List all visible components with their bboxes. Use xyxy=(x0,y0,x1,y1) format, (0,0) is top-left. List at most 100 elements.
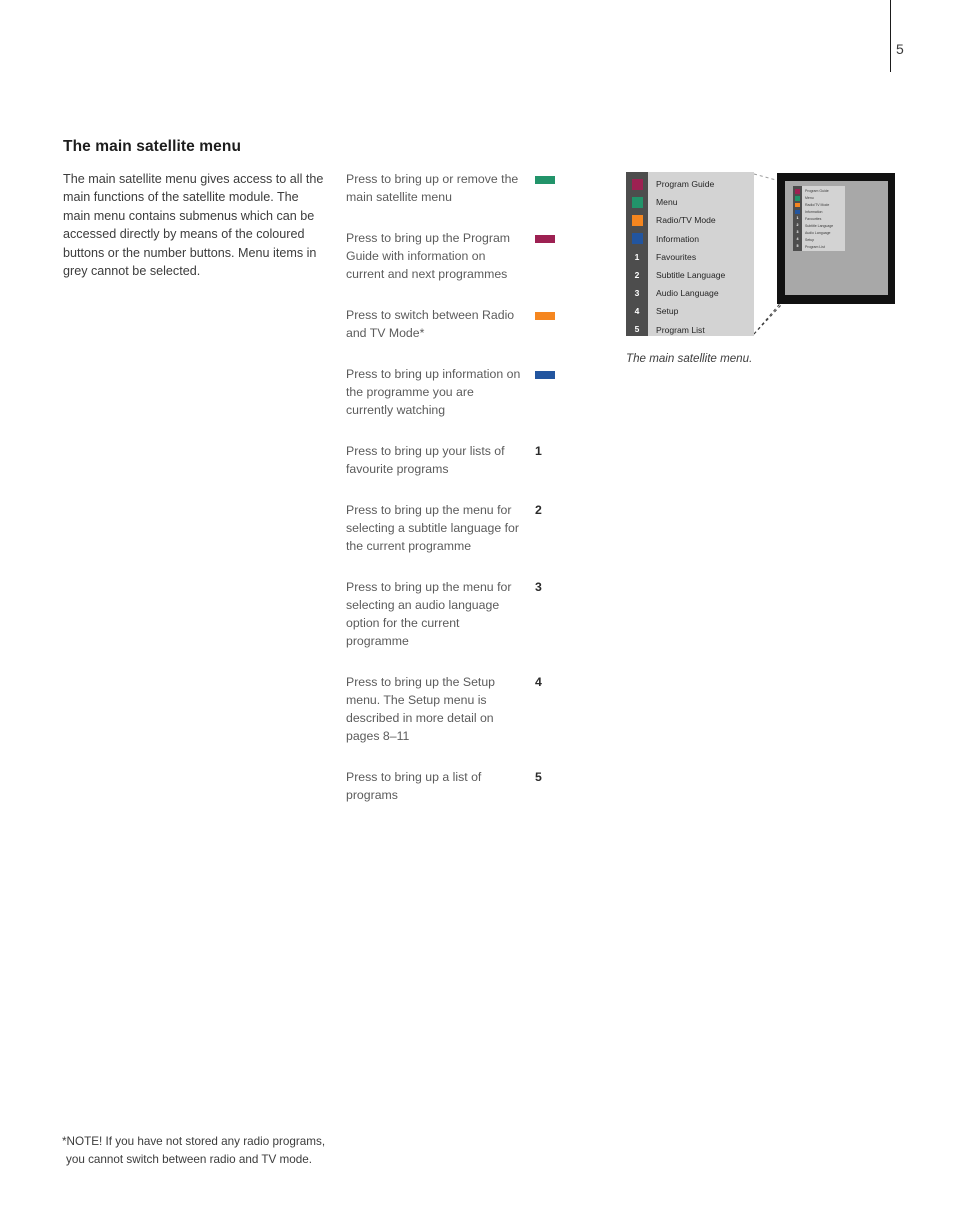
menu-item-color-key xyxy=(626,178,648,190)
menu-item-number-key-wrap: 2 xyxy=(793,223,802,228)
footnote-line-1: *NOTE! If you have not stored any radio … xyxy=(62,1135,326,1148)
instruction-row: Press to bring up the menu for selecting… xyxy=(346,501,561,555)
page-number-rule xyxy=(890,0,891,72)
menu-item-number-key-wrap: 4 xyxy=(626,307,648,316)
number-button-key: 1 xyxy=(535,444,542,458)
instruction-row: Press to switch between Radio and TV Mod… xyxy=(346,306,561,342)
menu-item-color-key xyxy=(793,209,802,215)
menu-item-number-key: 4 xyxy=(634,306,640,317)
instruction-marker xyxy=(535,306,561,320)
footnote: *NOTE! If you have not stored any radio … xyxy=(62,1133,392,1169)
menu-item[interactable]: Information xyxy=(626,230,754,248)
menu-item[interactable]: 2 Subtitle Language xyxy=(626,266,754,284)
menu-item[interactable]: 2 Subtitle Language xyxy=(793,222,845,229)
footnote-line-2: you cannot switch between radio and TV m… xyxy=(66,1153,313,1166)
menu-item[interactable]: 3 Audio Language xyxy=(793,229,845,236)
menu-item[interactable]: Program Guide xyxy=(626,175,754,193)
menu-item-color-key xyxy=(626,233,648,245)
satellite-menu-panel[interactable]: Program Guide Menu Radio/TV Mode Informatio… xyxy=(626,172,754,336)
instruction-marker xyxy=(535,170,561,184)
menu-item[interactable]: Radio/TV Mode xyxy=(626,211,754,229)
instruction-text: Press to bring up the Program Guide with… xyxy=(346,231,511,281)
color-button-swatch-magenta xyxy=(535,235,555,243)
instruction-text: Press to bring up or remove the main sat… xyxy=(346,172,519,204)
menu-item-label: Setup xyxy=(656,306,679,317)
tv-satellite-menu-preview: Program Guide Menu Radio/TV Mode Informatio… xyxy=(793,186,845,251)
menu-item-label: Information xyxy=(656,233,699,244)
tv-screen: Program Guide Menu Radio/TV Mode Informatio… xyxy=(785,181,888,295)
menu-item-number-key-wrap: 2 xyxy=(626,271,648,280)
menu-item-label: Favourites xyxy=(805,217,822,221)
menu-item-label: Subtitle Language xyxy=(805,223,834,228)
color-key-green-icon xyxy=(795,196,800,201)
menu-item-label: Setup xyxy=(805,237,815,242)
menu-item-number-key-wrap: 3 xyxy=(626,289,648,298)
instruction-marker: 4 xyxy=(535,673,561,691)
color-key-orange-icon xyxy=(795,203,800,208)
menu-item-label: Favourites xyxy=(656,251,697,262)
menu-item-label: Audio Language xyxy=(656,288,719,299)
menu-item-color-key xyxy=(626,196,648,208)
menu-item-label: Subtitle Language xyxy=(656,270,726,281)
menu-item-number-key-wrap: 5 xyxy=(626,325,648,334)
menu-item-color-key xyxy=(793,189,802,194)
menu-item[interactable]: Menu xyxy=(626,193,754,211)
instruction-text: Press to bring up the menu for selecting… xyxy=(346,503,519,553)
instruction-marker: 5 xyxy=(535,768,561,786)
menu-item-number-key: 4 xyxy=(796,236,799,241)
menu-item-number-key-wrap: 1 xyxy=(793,217,802,221)
menu-item[interactable]: 4 Setup xyxy=(626,302,754,320)
menu-item-label: Program List xyxy=(656,324,705,335)
menu-item[interactable]: Program Guide xyxy=(793,188,845,195)
instruction-row: Press to bring up the menu for selecting… xyxy=(346,578,561,650)
menu-item-label: Information xyxy=(805,210,823,215)
instruction-marker xyxy=(535,365,561,379)
number-button-key: 4 xyxy=(535,675,542,689)
instruction-row: Press to bring up the Setup menu. The Se… xyxy=(346,673,561,745)
menu-item[interactable]: 1 Favourites xyxy=(626,248,754,266)
menu-item[interactable]: 5 Program List xyxy=(793,243,845,250)
color-key-magenta-icon xyxy=(631,178,643,190)
instruction-text: Press to switch between Radio and TV Mod… xyxy=(346,308,515,340)
color-key-magenta-icon xyxy=(795,189,800,194)
mini-menu-rows: Program Guide Menu Radio/TV Mode Informatio… xyxy=(793,188,845,250)
instruction-marker: 2 xyxy=(535,501,561,519)
menu-item-number-key-wrap: 5 xyxy=(793,244,802,249)
color-key-blue-icon xyxy=(631,233,643,245)
menu-item[interactable]: Information xyxy=(793,209,845,216)
menu-item[interactable]: 3 Audio Language xyxy=(626,284,754,302)
menu-item-color-key xyxy=(793,196,802,201)
menu-item-number-key: 1 xyxy=(634,251,640,262)
menu-item[interactable]: 5 Program List xyxy=(626,321,754,339)
menu-item-number-key: 3 xyxy=(634,287,640,298)
menu-item-label: Radio/TV Mode xyxy=(805,203,830,208)
menu-item-number-key: 2 xyxy=(796,223,799,228)
number-button-key: 2 xyxy=(535,503,542,517)
figure-main-satellite-menu: Program Guide Menu Radio/TV Mode Informatio… xyxy=(626,172,926,382)
instruction-row: Press to bring up your lists of favourit… xyxy=(346,442,561,478)
menu-item[interactable]: 1 Favourites xyxy=(793,216,845,223)
menu-item-number-key-wrap: 4 xyxy=(793,236,802,242)
menu-item-label: Program Guide xyxy=(805,189,829,194)
menu-item[interactable]: Radio/TV Mode xyxy=(793,202,845,209)
page-title: The main satellite menu xyxy=(63,138,242,155)
instruction-row: Press to bring up information on the pro… xyxy=(346,365,561,419)
instruction-row: Press to bring up a list of programs 5 xyxy=(346,768,561,804)
instruction-marker: 1 xyxy=(535,442,561,460)
color-button-swatch-blue xyxy=(535,371,555,379)
menu-item-number-key: 1 xyxy=(796,216,799,221)
menu-item[interactable]: 4 Setup xyxy=(793,236,845,243)
color-key-green-icon xyxy=(631,196,643,208)
number-button-key: 5 xyxy=(535,770,542,784)
instruction-text: Press to bring up information on the pro… xyxy=(346,367,521,417)
instruction-text: Press to bring up a list of programs xyxy=(346,770,482,802)
instruction-list: Press to bring up or remove the main sat… xyxy=(346,170,561,827)
intro-paragraph: The main satellite menu gives access to … xyxy=(63,170,325,280)
instruction-text: Press to bring up the Setup menu. The Se… xyxy=(346,675,496,743)
instruction-marker xyxy=(535,229,561,243)
color-key-blue-icon xyxy=(795,209,800,215)
menu-rows: Program Guide Menu Radio/TV Mode Informatio… xyxy=(626,175,754,339)
instruction-marker: 3 xyxy=(535,578,561,596)
menu-item-label: Menu xyxy=(805,196,814,201)
menu-item[interactable]: Menu xyxy=(793,195,845,202)
